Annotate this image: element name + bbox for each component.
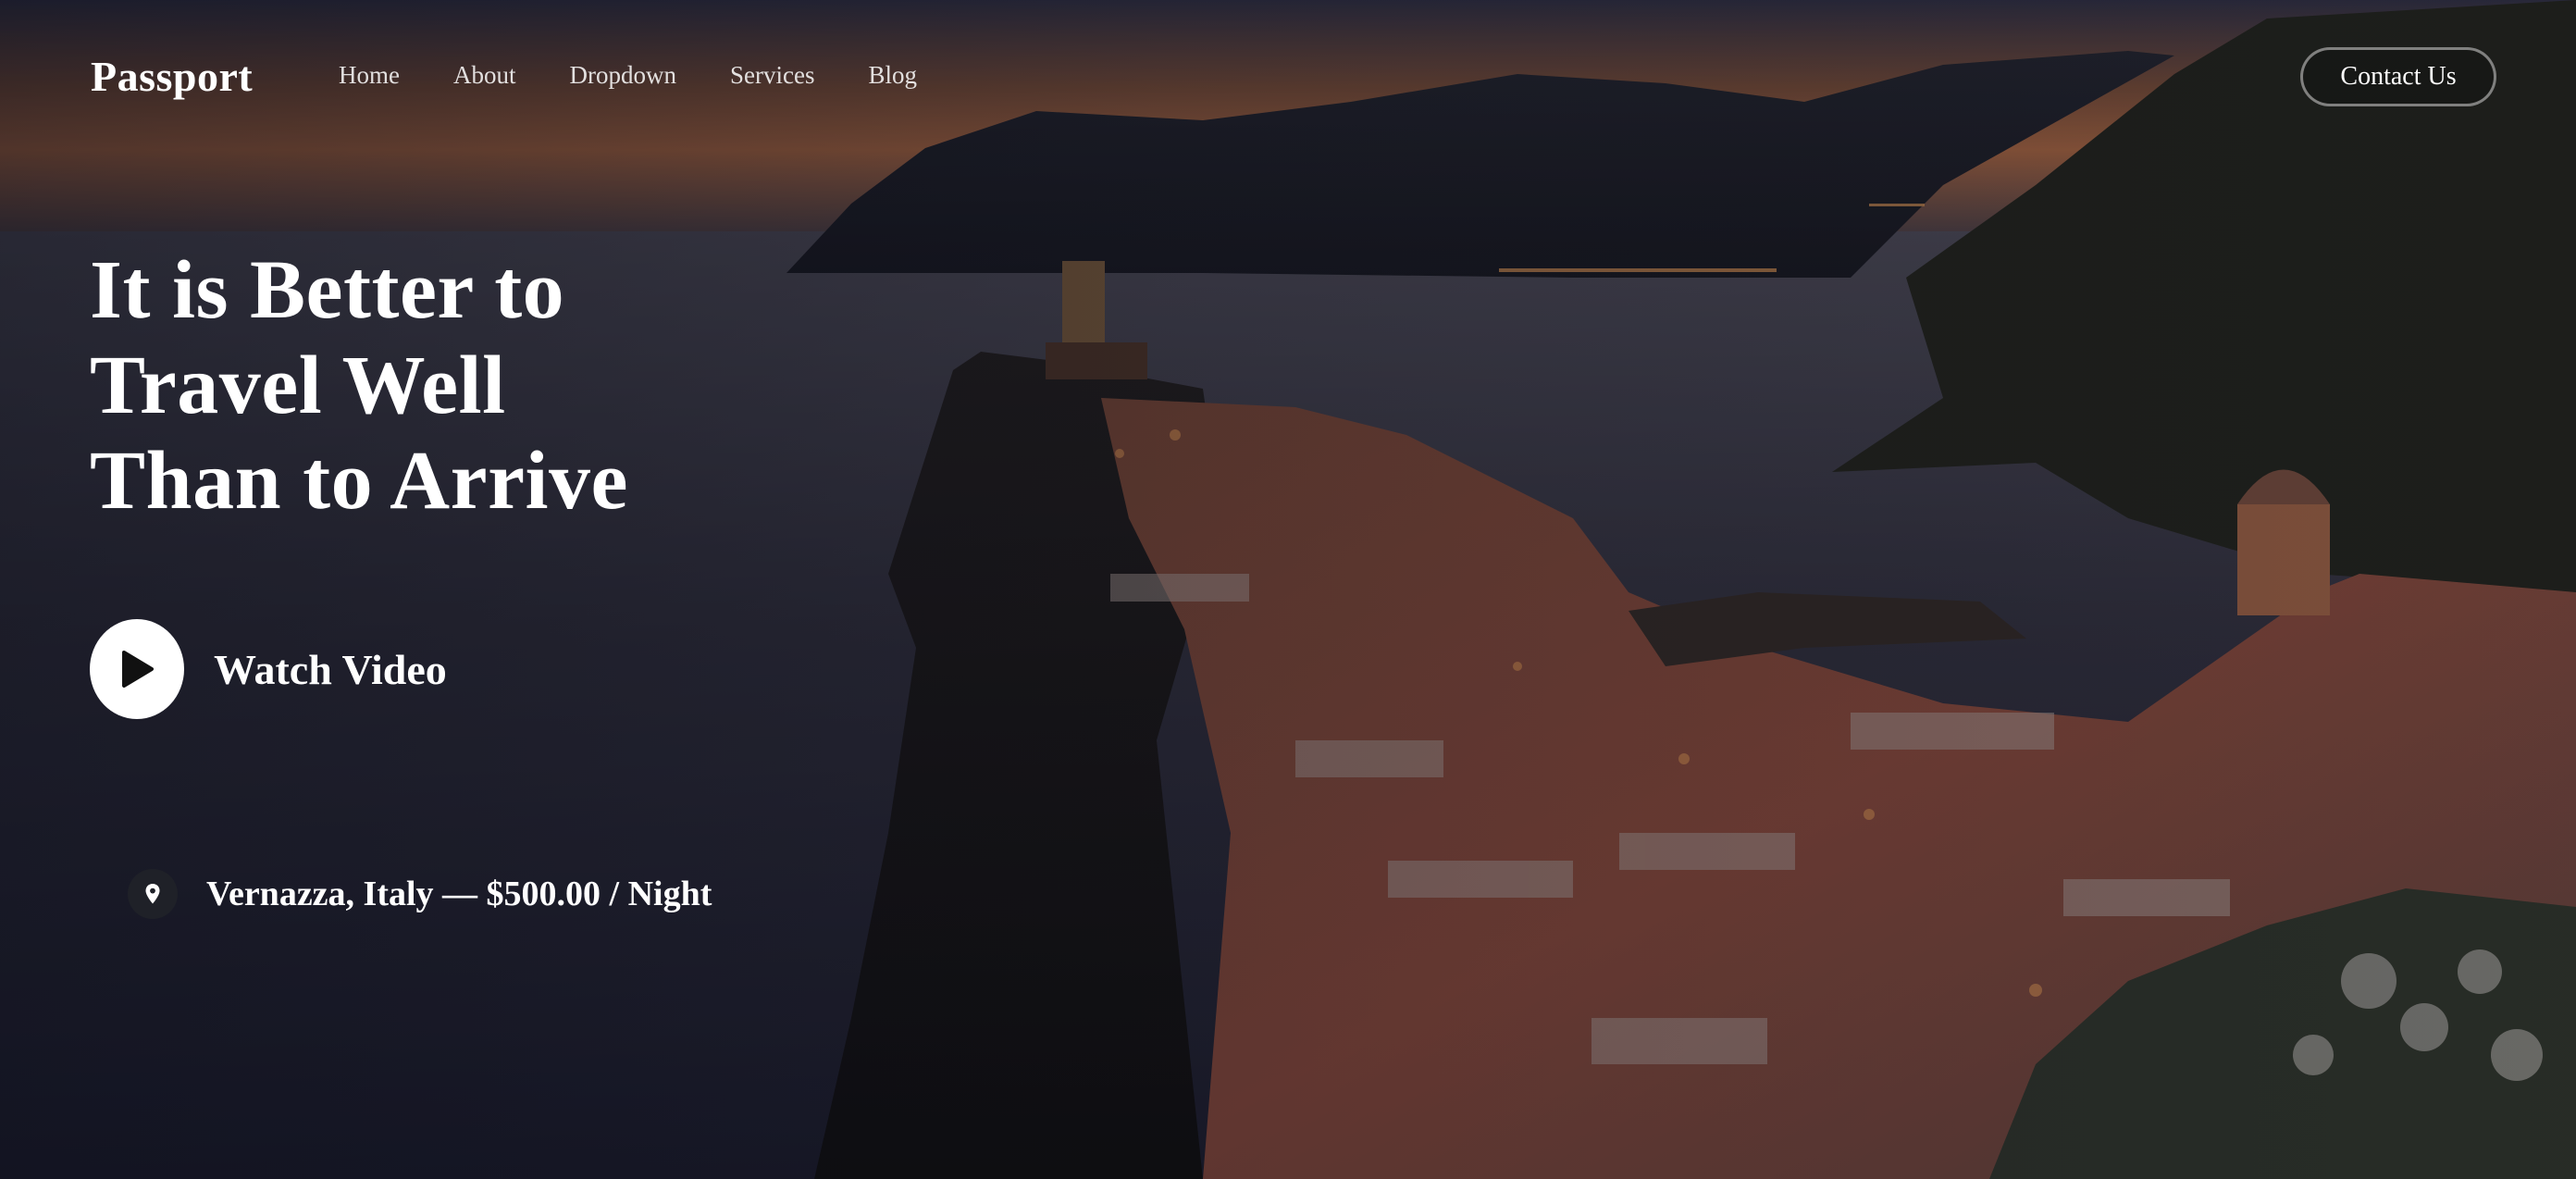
nav-link-services[interactable]: Services — [730, 61, 814, 89]
nav-link-home[interactable]: Home — [339, 61, 400, 89]
hero-dark-overlay — [0, 0, 2576, 1179]
play-icon — [122, 651, 154, 688]
nav-link-blog[interactable]: Blog — [868, 61, 917, 89]
headline-line-2: Travel Well — [90, 340, 506, 431]
headline-line-1: It is Better to — [90, 244, 565, 336]
nav-link-dropdown[interactable]: Dropdown — [569, 61, 676, 89]
watch-video-label[interactable]: Watch Video — [214, 645, 447, 694]
play-button[interactable] — [90, 619, 184, 719]
nav-links: Home About Dropdown Services Blog — [339, 61, 971, 90]
location-price-info: Vernazza, Italy — $500.00 / Night — [128, 869, 712, 919]
location-pin-icon — [145, 884, 160, 904]
location-price-text: Vernazza, Italy — $500.00 / Night — [206, 875, 712, 913]
nav-link-about[interactable]: About — [453, 61, 516, 89]
watch-video-button[interactable]: Watch Video — [90, 619, 447, 719]
headline-line-3: Than to Arrive — [90, 435, 628, 527]
brand-logo[interactable]: Passport — [91, 52, 253, 101]
contact-us-button[interactable]: Contact Us — [2300, 47, 2496, 106]
top-navbar: Passport Home About Dropdown Services Bl… — [0, 0, 2576, 157]
hero-headline: It is Better to Travel Well Than to Arri… — [90, 242, 923, 528]
location-pin-badge — [128, 869, 178, 919]
